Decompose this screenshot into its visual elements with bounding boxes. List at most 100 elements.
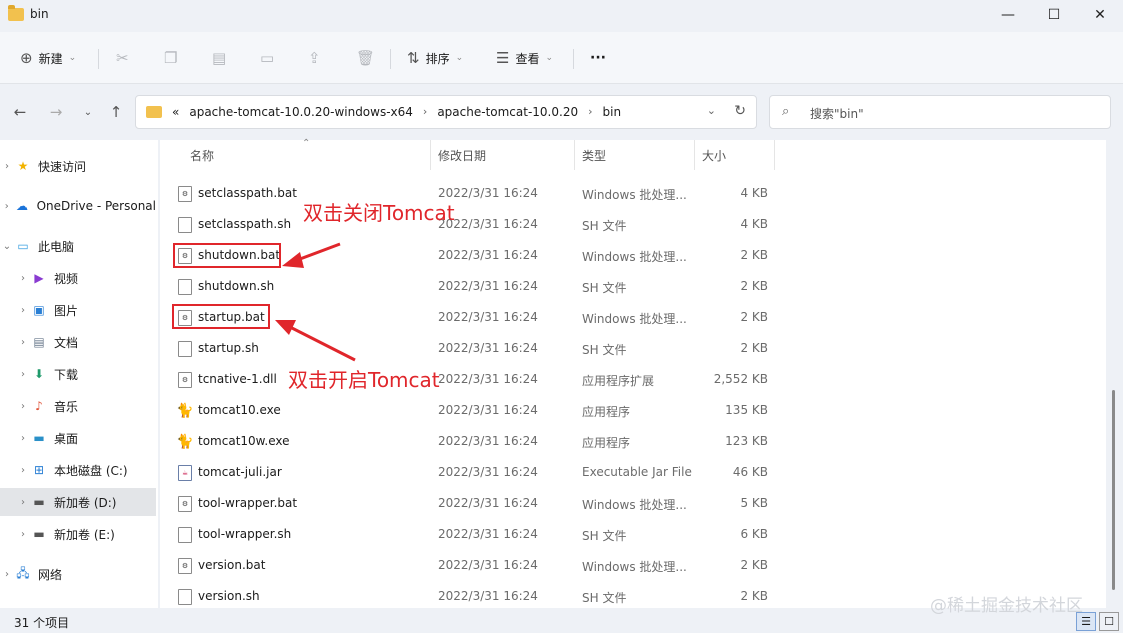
sidebar-item-documents[interactable]: › ▤ 文档: [0, 328, 156, 356]
column-divider[interactable]: [430, 140, 431, 170]
chevron-right-icon[interactable]: ›: [0, 201, 13, 212]
sidebar-item-this-pc[interactable]: ⌄ ▭ 此电脑: [0, 232, 156, 260]
chevron-right-icon[interactable]: ›: [0, 569, 14, 580]
delete-button[interactable]: 🗑: [356, 46, 375, 70]
table-row[interactable]: version.sh 2022/3/31 16:24 SH 文件 2 KB: [160, 581, 780, 612]
file-date: 2022/3/31 16:24: [438, 341, 538, 355]
sidebar-item-quick-access[interactable]: › ★ 快速访问: [0, 152, 156, 180]
breadcrumb-item[interactable]: apache-tomcat-10.0.20-windows-x64: [189, 105, 413, 119]
table-row[interactable]: startup.sh 2022/3/31 16:24 SH 文件 2 KB: [160, 333, 780, 364]
table-row[interactable]: shutdown.sh 2022/3/31 16:24 SH 文件 2 KB: [160, 271, 780, 302]
table-row[interactable]: ⚙ setclasspath.bat 2022/3/31 16:24 Windo…: [160, 178, 780, 209]
close-button[interactable]: ✕: [1077, 0, 1123, 30]
forward-arrow-icon[interactable]: →: [44, 98, 68, 126]
table-row[interactable]: ☕ tomcat-juli.jar 2022/3/31 16:24 Execut…: [160, 457, 780, 488]
sidebar-item-label: 新加卷 (E:): [54, 527, 115, 542]
column-divider[interactable]: [694, 140, 695, 170]
new-button[interactable]: ⊕ 新建 ⌄: [20, 46, 76, 70]
table-row[interactable]: setclasspath.sh 2022/3/31 16:24 SH 文件 4 …: [160, 209, 780, 240]
sidebar-item-pictures[interactable]: › ▣ 图片: [0, 296, 156, 324]
sidebar-item-label: 音乐: [54, 399, 79, 414]
chevron-right-icon[interactable]: ›: [16, 273, 30, 284]
file-type: Windows 批处理...: [582, 312, 687, 326]
vertical-scrollbar[interactable]: [1108, 140, 1118, 608]
back-arrow-icon[interactable]: ←: [8, 98, 32, 126]
chevron-right-icon[interactable]: ›: [423, 105, 427, 119]
column-header-size[interactable]: 大小: [702, 140, 726, 170]
sidebar-item-desktop[interactable]: › ▬ 桌面: [0, 424, 156, 452]
table-row[interactable]: ⚙ tcnative-1.dll 2022/3/31 16:24 应用程序扩展 …: [160, 364, 780, 395]
rename-button[interactable]: ▭: [260, 46, 274, 70]
chevron-right-icon[interactable]: ›: [16, 529, 30, 540]
column-header-type[interactable]: 类型: [582, 140, 606, 170]
file-date: 2022/3/31 16:24: [438, 434, 538, 448]
toolbar-divider: [98, 49, 99, 69]
bat-file-icon: ⚙: [178, 496, 192, 512]
chevron-right-icon[interactable]: ›: [16, 433, 30, 444]
highlight-box-startup: [172, 304, 270, 329]
copy-button[interactable]: ❐: [164, 46, 177, 70]
title-bar: bin — ☐ ✕: [0, 0, 1123, 30]
chevron-down-icon[interactable]: ⌄: [0, 241, 14, 252]
table-row[interactable]: ⚙ tool-wrapper.bat 2022/3/31 16:24 Windo…: [160, 488, 780, 519]
file-type: SH 文件: [582, 281, 627, 295]
chevron-right-icon[interactable]: ›: [16, 305, 30, 316]
chevron-right-icon[interactable]: ›: [16, 369, 30, 380]
file-name: version.bat: [198, 558, 266, 572]
recent-locations-icon[interactable]: ⌄: [76, 98, 100, 126]
chevron-down-icon[interactable]: ⌄: [707, 104, 716, 117]
share-button[interactable]: ⇪: [308, 46, 321, 70]
minimize-button[interactable]: —: [985, 0, 1031, 30]
column-divider[interactable]: [774, 140, 775, 170]
file-size: 2 KB: [740, 341, 768, 355]
window-title: bin: [30, 7, 49, 21]
table-row[interactable]: ⚙ version.bat 2022/3/31 16:24 Windows 批处…: [160, 550, 780, 581]
sidebar-item-downloads[interactable]: › ⬇ 下载: [0, 360, 156, 388]
drive-icon: ▬: [33, 495, 45, 509]
column-header-name[interactable]: 名称: [190, 140, 214, 170]
more-button[interactable]: ···: [590, 46, 606, 70]
breadcrumb-item[interactable]: bin: [603, 105, 622, 119]
search-input[interactable]: ⌕ 搜索"bin": [769, 95, 1111, 129]
chevron-right-icon[interactable]: ›: [16, 497, 30, 508]
column-header-date[interactable]: 修改日期: [438, 140, 486, 170]
tomcat-exe-icon: 🐈: [176, 403, 194, 419]
chevron-right-icon[interactable]: ›: [16, 337, 30, 348]
navigation-pane: › ★ 快速访问 › ☁ OneDrive - Personal ⌄ ▭ 此电脑…: [0, 140, 158, 608]
chevron-right-icon[interactable]: ›: [16, 401, 30, 412]
file-size: 6 KB: [740, 527, 768, 541]
view-button[interactable]: ☰ 查看 ⌄: [496, 46, 553, 70]
table-row[interactable]: tool-wrapper.sh 2022/3/31 16:24 SH 文件 6 …: [160, 519, 780, 550]
up-arrow-icon[interactable]: ↑: [104, 98, 128, 126]
address-bar[interactable]: « apache-tomcat-10.0.20-windows-x64 › ap…: [135, 95, 757, 129]
maximize-button[interactable]: ☐: [1031, 0, 1077, 30]
paste-button[interactable]: ▤: [212, 46, 226, 70]
video-icon: ▶: [34, 271, 44, 285]
sidebar-item-onedrive[interactable]: › ☁ OneDrive - Personal: [0, 192, 156, 220]
dll-file-icon: ⚙: [178, 372, 192, 388]
sidebar-item-label: 快速访问: [38, 159, 87, 174]
sort-button[interactable]: ⇅ 排序 ⌄: [407, 46, 463, 70]
large-icons-view-icon[interactable]: ☐: [1099, 612, 1119, 631]
chevron-right-icon[interactable]: ›: [0, 161, 14, 172]
sidebar-item-videos[interactable]: › ▶ 视频: [0, 264, 156, 292]
file-name: tomcat-juli.jar: [198, 465, 282, 479]
sidebar-item-music[interactable]: › ♪ 音乐: [0, 392, 156, 420]
table-row[interactable]: 🐈 tomcat10.exe 2022/3/31 16:24 应用程序 135 …: [160, 395, 780, 426]
sidebar-item-drive-d[interactable]: › ▬ 新加卷 (D:): [0, 488, 156, 516]
breadcrumb-overflow[interactable]: «: [172, 105, 179, 119]
sidebar-item-network[interactable]: › 🖧 网络: [0, 560, 156, 588]
chevron-right-icon[interactable]: ›: [588, 105, 592, 119]
file-type: SH 文件: [582, 591, 627, 605]
chevron-right-icon[interactable]: ›: [16, 465, 30, 476]
cut-button[interactable]: ✂: [116, 46, 129, 70]
table-row[interactable]: 🐈 tomcat10w.exe 2022/3/31 16:24 应用程序 123…: [160, 426, 780, 457]
file-name: tomcat10.exe: [198, 403, 281, 417]
column-divider[interactable]: [574, 140, 575, 170]
file-type: Windows 批处理...: [582, 250, 687, 264]
scrollbar-thumb[interactable]: [1112, 390, 1115, 590]
breadcrumb-item[interactable]: apache-tomcat-10.0.20: [437, 105, 578, 119]
sidebar-item-drive-e[interactable]: › ▬ 新加卷 (E:): [0, 520, 156, 548]
refresh-icon[interactable]: ↻: [734, 103, 746, 119]
sidebar-item-drive-c[interactable]: › ⊞ 本地磁盘 (C:): [0, 456, 156, 484]
